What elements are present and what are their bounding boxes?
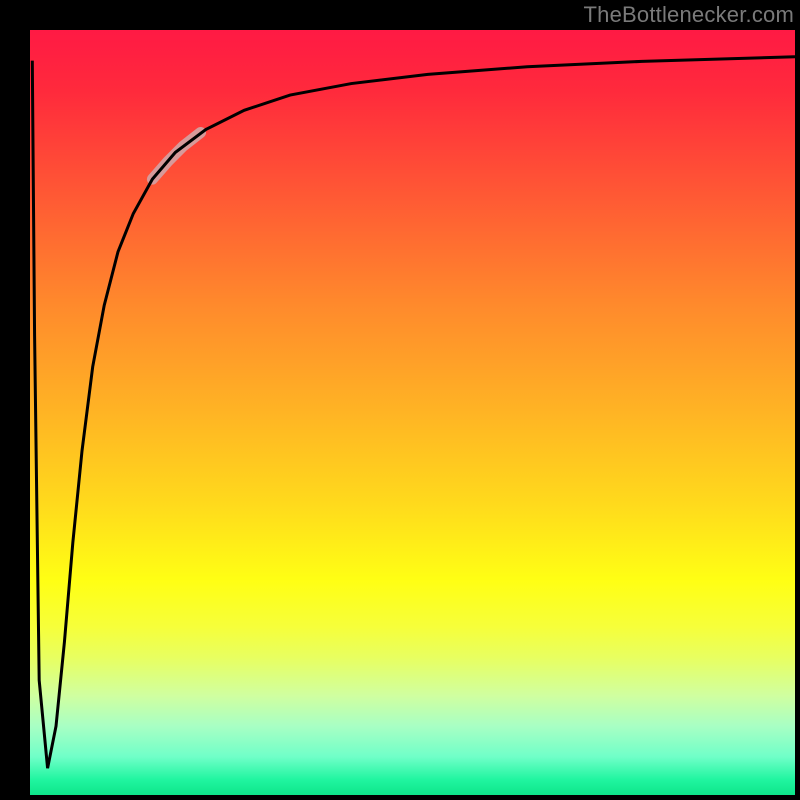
curve-svg [30, 30, 795, 795]
chart-frame: TheBottlenecker.com [0, 0, 800, 800]
main-curve [32, 57, 795, 768]
watermark-label: TheBottlenecker.com [584, 2, 794, 28]
plot-area [30, 30, 795, 795]
